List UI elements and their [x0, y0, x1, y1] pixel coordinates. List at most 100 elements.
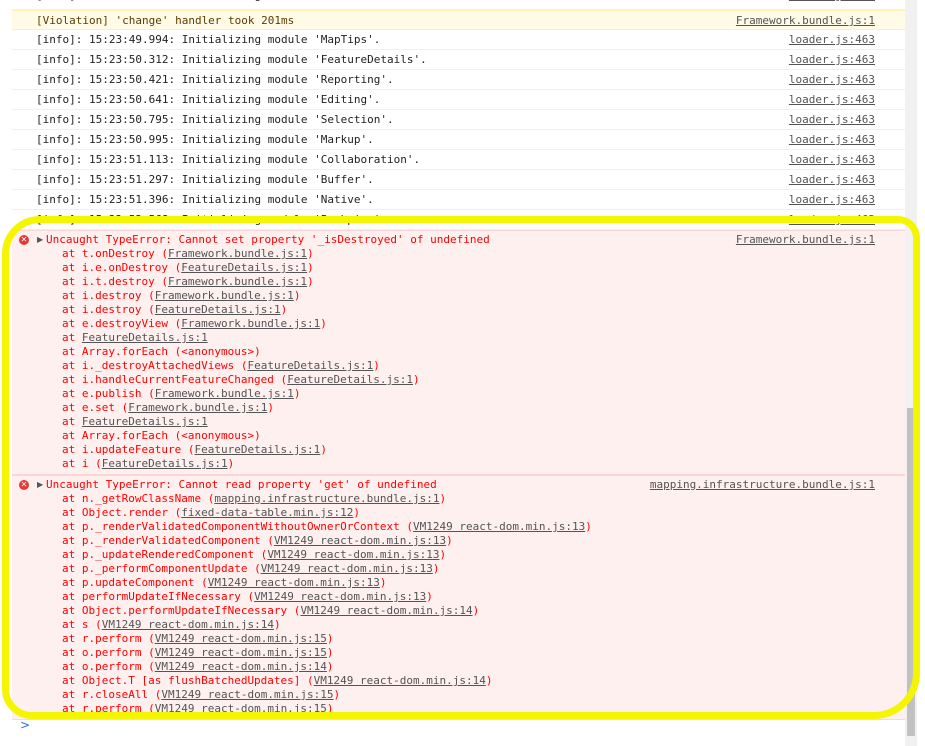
stack-frame: at e.destroyView (Framework.bundle.js:1): [62, 317, 327, 330]
source-link[interactable]: loader.js:463: [789, 30, 875, 49]
stack-frame-function: r.perform: [81, 632, 142, 645]
error-message-text: Uncaught TypeError: Cannot read property…: [46, 478, 437, 491]
stack-frame-link[interactable]: VM1249 react-dom.min.js:15: [155, 632, 327, 645]
stack-frame: at i (FeatureDetails.js:1): [62, 457, 235, 470]
stack-frame: at Array.forEach (<anonymous>): [62, 429, 261, 442]
stack-frame-function: e.publish: [81, 387, 142, 400]
error-message-text: Uncaught TypeError: Cannot set property …: [46, 233, 490, 246]
error-source-link[interactable]: Framework.bundle.js:1: [736, 233, 875, 247]
stack-frame: at i.updateFeature (FeatureDetails.js:1): [62, 443, 327, 456]
stack-frame-function: performUpdateIfNecessary: [81, 590, 241, 603]
message-text: [info]: 15:23:50.421: Initializing modul…: [36, 73, 394, 86]
stack-frame-function: i._destroyAttachedViews: [81, 359, 235, 372]
stack-frame-function: i.t.destroy: [81, 275, 155, 288]
stack-frame-link[interactable]: fixed-data-table.min.js:12: [181, 506, 353, 519]
stack-frame: at i.destroy (Framework.bundle.js:1): [62, 289, 301, 302]
stack-frame-function: Object.T [as flushBatchedUpdates]: [81, 674, 301, 687]
stack-frame-link[interactable]: FeatureDetails.js:1: [287, 373, 413, 386]
source-link[interactable]: Framework.bundle.js:1: [736, 11, 875, 30]
stack-frame: at p._renderValidatedComponent (VM1249 r…: [62, 534, 453, 547]
stack-frame-link[interactable]: Framework.bundle.js:1: [168, 247, 307, 260]
stack-frame-link[interactable]: FeatureDetails.js:1: [155, 303, 281, 316]
stack-frame-link[interactable]: FeatureDetails.js:1: [194, 443, 320, 456]
error-header[interactable]: ✕ ▶ Uncaught TypeError: Cannot read proper…: [12, 478, 905, 492]
source-link[interactable]: loader.js:463: [789, 50, 875, 69]
expand-triangle-icon[interactable]: ▶: [37, 233, 43, 247]
stack-frame-link[interactable]: VM1249 react-dom.min.js:13: [261, 562, 433, 575]
stack-frame-function: t.onDestroy: [81, 247, 155, 260]
message-text: [info]: 15:23:50.312: Initializing modul…: [36, 53, 427, 66]
stack-frame: at o.perform (VM1249 react-dom.min.js:14…: [62, 660, 334, 673]
stack-frame-function: Object.performUpdateIfNecessary: [81, 604, 288, 617]
stack-frame-link[interactable]: VM1249 react-dom.min.js:13: [274, 534, 446, 547]
stack-frame-link[interactable]: VM1249 react-dom.min.js:14: [155, 660, 327, 673]
stack-frame-function: s: [81, 618, 89, 631]
stack-frame-function: e.set: [81, 401, 115, 414]
stack-frame-link[interactable]: VM1249 react-dom.min.js:13: [413, 520, 585, 533]
error-header[interactable]: ✕ ▶ Uncaught TypeError: Cannot set propert…: [12, 233, 905, 247]
stack-frame-function: n._getRowClassName: [81, 492, 202, 505]
stack-frame-function: o.perform: [81, 646, 142, 659]
stack-frame-location: <anonymous>: [181, 429, 255, 442]
stack-frame: at e.set (Framework.bundle.js:1): [62, 401, 274, 414]
scrollbar-thumb[interactable]: [907, 408, 915, 736]
source-link[interactable]: loader.js:463: [789, 90, 875, 109]
info-message-row: [info]: 15:23:53.568: Initializing modul…: [12, 210, 905, 230]
stack-frame-link[interactable]: VM1249 react-dom.min.js:15: [155, 646, 327, 659]
source-link[interactable]: loader.js:463: [789, 170, 875, 189]
stack-frame-link[interactable]: FeatureDetails.js:1: [247, 359, 373, 372]
stack-frame-function: Array.forEach: [81, 429, 168, 442]
info-message-row: [info]: 15:23:51.297: Initializing modul…: [12, 170, 905, 190]
console-messages: [info]: 15:23:32.050: Initializing modul…: [12, 0, 905, 720]
stack-frame-link[interactable]: Framework.bundle.js:1: [181, 317, 320, 330]
console-scrollbar[interactable]: [905, 0, 917, 746]
stack-frame-function: i.handleCurrentFeatureChanged: [81, 373, 274, 386]
expand-triangle-icon[interactable]: ▶: [37, 478, 43, 492]
info-message-row: [info]: 15:23:50.421: Initializing modul…: [12, 70, 905, 90]
stack-frame-link[interactable]: FeatureDetails.js:1: [181, 261, 307, 274]
stack-frame-link[interactable]: mapping.infrastructure.bundle.js:1: [214, 492, 439, 505]
stack-frame-link[interactable]: FeatureDetails.js:1: [82, 331, 208, 344]
stack-frame: at p._updateRenderedComponent (VM1249 re…: [62, 548, 447, 561]
stack-frame-function: e.destroyView: [81, 317, 168, 330]
stack-frame-link[interactable]: VM1249 react-dom.min.js:15: [155, 702, 327, 715]
console-prompt[interactable]: >: [20, 718, 30, 732]
stack-frame-link[interactable]: VM1249 react-dom.min.js:13: [267, 548, 439, 561]
stack-frame-link[interactable]: VM1249 react-dom.min.js:14: [314, 674, 486, 687]
stack-frame-function: p._updateRenderedComponent: [81, 548, 255, 561]
stack-frame: at Array.forEach (<anonymous>): [62, 345, 261, 358]
stack-frame-link[interactable]: VM1249 react-dom.min.js:13: [208, 576, 380, 589]
stack-frame: at t.onDestroy (Framework.bundle.js:1): [62, 247, 314, 260]
source-link[interactable]: loader.js:463: [789, 70, 875, 89]
stack-frame-function: p._renderValidatedComponent: [81, 534, 261, 547]
message-text: [info]: 15:23:49.994: Initializing modul…: [36, 33, 381, 46]
stack-frame-link[interactable]: VM1249 react-dom.min.js:15: [161, 688, 333, 701]
stack-frame-link[interactable]: Framework.bundle.js:1: [155, 289, 294, 302]
stack-frame-link[interactable]: Framework.bundle.js:1: [155, 387, 294, 400]
stack-frame: at p.updateComponent (VM1249 react-dom.m…: [62, 576, 387, 589]
source-link[interactable]: loader.js:463: [789, 110, 875, 129]
stack-frame-link[interactable]: VM1249 react-dom.min.js:14: [102, 618, 274, 631]
stack-frame: at FeatureDetails.js:1: [62, 415, 208, 428]
source-link[interactable]: loader.js:463: [789, 150, 875, 169]
info-message-row: [info]: 15:23:50.995: Initializing modul…: [12, 130, 905, 150]
stack-frame-link[interactable]: VM1249 react-dom.min.js:14: [300, 604, 472, 617]
stack-frame-link[interactable]: Framework.bundle.js:1: [168, 275, 307, 288]
stack-frame: at performUpdateIfNecessary (VM1249 reac…: [62, 590, 433, 603]
source-link[interactable]: loader.js:463: [789, 190, 875, 209]
stack-frame: at r.closeAll (VM1249 react-dom.min.js:1…: [62, 688, 341, 701]
error-source-link[interactable]: mapping.infrastructure.bundle.js:1: [650, 478, 875, 492]
message-text: [Violation] 'change' handler took 201ms: [36, 14, 295, 27]
stack-frame-link[interactable]: FeatureDetails.js:1: [82, 415, 208, 428]
stack-frame-link[interactable]: FeatureDetails.js:1: [102, 457, 228, 470]
stack-frame-function: r.perform: [81, 702, 142, 715]
stack-frame: at Object.T [as flushBatchedUpdates] (VM…: [62, 674, 493, 687]
stack-frame-link[interactable]: VM1249 react-dom.min.js:13: [254, 590, 426, 603]
stack-frame-function: r.closeAll: [81, 688, 149, 701]
message-text: [info]: 15:23:50.795: Initializing modul…: [36, 113, 394, 126]
stack-frame-link[interactable]: Framework.bundle.js:1: [128, 401, 267, 414]
stack-frame: at s (VM1249 react-dom.min.js:14): [62, 618, 281, 631]
source-link[interactable]: loader.js:463: [789, 130, 875, 149]
stack-frame: at e.publish (Framework.bundle.js:1): [62, 387, 301, 400]
source-link[interactable]: loader.js:463: [789, 210, 875, 229]
